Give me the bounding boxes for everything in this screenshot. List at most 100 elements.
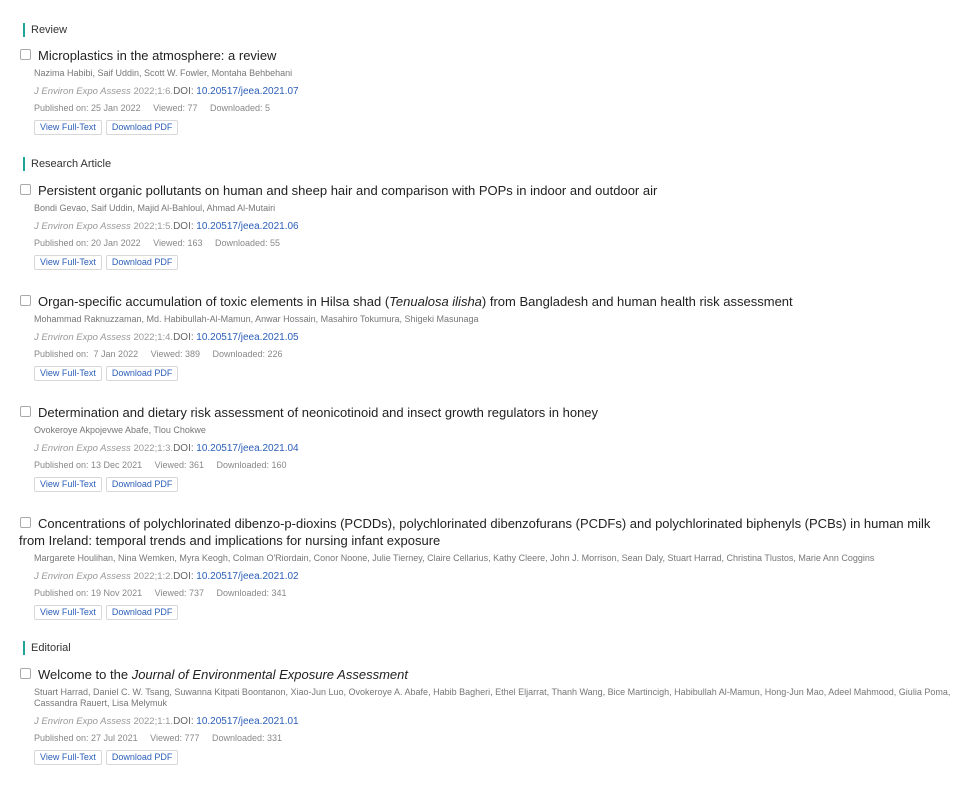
doi-link[interactable]: 10.20517/jeea.2021.02 <box>196 571 298 582</box>
published-date: Published on: 25 Jan 2022 <box>34 103 141 113</box>
article-title[interactable]: Determination and dietary risk assessmen… <box>19 404 959 421</box>
published-date: Published on: 27 Jul 2021 <box>34 733 138 743</box>
view-full-text-button[interactable]: View Full-Text <box>34 366 102 381</box>
article-citation: J Environ Expo Assess 2022;1:1.DOI: 10.2… <box>34 715 959 728</box>
citation-volume: 2022;1:4. <box>133 332 174 343</box>
doi-link[interactable]: 10.20517/jeea.2021.04 <box>196 443 298 454</box>
download-count: Downloaded: 226 <box>212 349 283 359</box>
journal-name: J Environ Expo Assess <box>34 221 131 232</box>
article-item: Microplastics in the atmosphere: a revie… <box>19 47 959 135</box>
doi-link[interactable]: 10.20517/jeea.2021.07 <box>196 86 298 97</box>
article-title-row: Concentrations of polychlorinated dibenz… <box>19 515 959 549</box>
view-full-text-button[interactable]: View Full-Text <box>34 750 102 765</box>
article-title-row: Microplastics in the atmosphere: a revie… <box>19 47 959 64</box>
doi-link[interactable]: 10.20517/jeea.2021.06 <box>196 221 298 232</box>
journal-name: J Environ Expo Assess <box>34 86 131 97</box>
published-date: Published on: 7 Jan 2022 <box>34 349 139 359</box>
download-pdf-button[interactable]: Download PDF <box>105 120 179 135</box>
view-count: Viewed: 389 <box>150 349 200 359</box>
download-count: Downloaded: 160 <box>216 460 287 470</box>
section-header-research-article: Research Article <box>23 157 111 171</box>
article-title-part: Organ-specific accumulation of toxic ele… <box>38 294 390 309</box>
download-pdf-button[interactable]: Download PDF <box>105 255 179 270</box>
article-title-part: Welcome to the <box>38 667 132 682</box>
doi-link[interactable]: 10.20517/jeea.2021.01 <box>196 716 298 727</box>
article-title-row: Determination and dietary risk assessmen… <box>19 404 959 421</box>
journal-name: J Environ Expo Assess <box>34 443 131 454</box>
article-item: Welcome to the Journal of Environmental … <box>19 666 959 765</box>
article-stats: Published on: 13 Dec 2021 Viewed: 361 Do… <box>34 459 959 471</box>
view-full-text-button[interactable]: View Full-Text <box>34 120 102 135</box>
download-count: Downloaded: 55 <box>215 238 281 248</box>
article-title[interactable]: Persistent organic pollutants on human a… <box>19 182 959 199</box>
download-count: Downloaded: 331 <box>212 733 283 743</box>
article-stats: Published on: 25 Jan 2022 Viewed: 77 Dow… <box>34 102 959 114</box>
article-title[interactable]: Welcome to the Journal of Environmental … <box>19 666 959 683</box>
published-date: Published on: 13 Dec 2021 <box>34 460 143 470</box>
view-full-text-button[interactable]: View Full-Text <box>34 255 102 270</box>
article-title[interactable]: Organ-specific accumulation of toxic ele… <box>19 293 959 310</box>
article-title[interactable]: Microplastics in the atmosphere: a revie… <box>19 47 959 64</box>
article-authors: Margarete Houlihan, Nina Wemken, Myra Ke… <box>34 553 875 563</box>
doi-label: DOI: <box>173 86 194 97</box>
article-item: Persistent organic pollutants on human a… <box>19 182 959 270</box>
download-pdf-button[interactable]: Download PDF <box>105 750 179 765</box>
article-actions: View Full-Text Download PDF <box>34 255 959 270</box>
view-full-text-button[interactable]: View Full-Text <box>34 605 102 620</box>
view-full-text-button[interactable]: View Full-Text <box>34 477 102 492</box>
doi-label: DOI: <box>173 332 194 343</box>
article-actions: View Full-Text Download PDF <box>34 605 959 620</box>
article-actions: View Full-Text Download PDF <box>34 477 959 492</box>
article-title-part: ) from Bangladesh and human health risk … <box>481 294 793 309</box>
section-header-review: Review <box>23 23 67 37</box>
article-select-checkbox[interactable] <box>20 49 31 60</box>
published-date: Published on: 20 Jan 2022 <box>34 238 141 248</box>
download-pdf-button[interactable]: Download PDF <box>105 605 179 620</box>
doi-label: DOI: <box>173 716 194 727</box>
article-citation: J Environ Expo Assess 2022;1:2.DOI: 10.2… <box>34 570 959 583</box>
article-select-checkbox[interactable] <box>20 406 31 417</box>
journal-name-italic: Journal of Environmental Exposure Assess… <box>131 667 408 682</box>
doi-label: DOI: <box>173 571 194 582</box>
doi-label: DOI: <box>173 443 194 454</box>
article-title[interactable]: Concentrations of polychlorinated dibenz… <box>19 515 959 549</box>
download-count: Downloaded: 5 <box>210 103 271 113</box>
citation-volume: 2022;1:3. <box>133 443 174 454</box>
article-actions: View Full-Text Download PDF <box>34 366 959 381</box>
article-select-checkbox[interactable] <box>20 295 31 306</box>
article-citation: J Environ Expo Assess 2022;1:3.DOI: 10.2… <box>34 442 959 455</box>
article-stats: Published on: 19 Nov 2021 Viewed: 737 Do… <box>34 587 959 599</box>
article-actions: View Full-Text Download PDF <box>34 120 959 135</box>
article-authors: Stuart Harrad, Daniel C. W. Tsang, Suwan… <box>34 687 951 708</box>
journal-name: J Environ Expo Assess <box>34 332 131 343</box>
download-pdf-button[interactable]: Download PDF <box>105 477 179 492</box>
article-citation: J Environ Expo Assess 2022;1:5.DOI: 10.2… <box>34 220 959 233</box>
article-citation: J Environ Expo Assess 2022;1:6.DOI: 10.2… <box>34 85 959 98</box>
citation-volume: 2022;1:5. <box>133 221 174 232</box>
article-select-checkbox[interactable] <box>20 668 31 679</box>
download-pdf-button[interactable]: Download PDF <box>105 366 179 381</box>
article-select-checkbox[interactable] <box>20 517 31 528</box>
view-count: Viewed: 163 <box>153 238 203 248</box>
citation-volume: 2022;1:2. <box>133 571 174 582</box>
article-title-row: Organ-specific accumulation of toxic ele… <box>19 293 959 310</box>
doi-link[interactable]: 10.20517/jeea.2021.05 <box>196 332 298 343</box>
article-list-page: Review Microplastics in the atmosphere: … <box>0 0 979 791</box>
article-citation: J Environ Expo Assess 2022;1:4.DOI: 10.2… <box>34 331 959 344</box>
section-header-editorial: Editorial <box>23 641 71 655</box>
journal-name: J Environ Expo Assess <box>34 716 131 727</box>
article-select-checkbox[interactable] <box>20 184 31 195</box>
article-authors: Nazima Habibi, Saif Uddin, Scott W. Fowl… <box>34 68 293 78</box>
species-name-italic: Tenualosa ilisha <box>389 294 482 309</box>
article-authors: Mohammad Raknuzzaman, Md. Habibullah-Al-… <box>34 314 479 324</box>
published-date: Published on: 19 Nov 2021 <box>34 588 143 598</box>
article-stats: Published on: 20 Jan 2022 Viewed: 163 Do… <box>34 237 959 249</box>
article-item: Organ-specific accumulation of toxic ele… <box>19 293 959 381</box>
article-actions: View Full-Text Download PDF <box>34 750 959 765</box>
doi-label: DOI: <box>173 221 194 232</box>
download-count: Downloaded: 341 <box>216 588 287 598</box>
view-count: Viewed: 77 <box>153 103 198 113</box>
citation-volume: 2022;1:1. <box>133 716 174 727</box>
view-count: Viewed: 361 <box>154 460 204 470</box>
citation-volume: 2022;1:6. <box>133 86 174 97</box>
